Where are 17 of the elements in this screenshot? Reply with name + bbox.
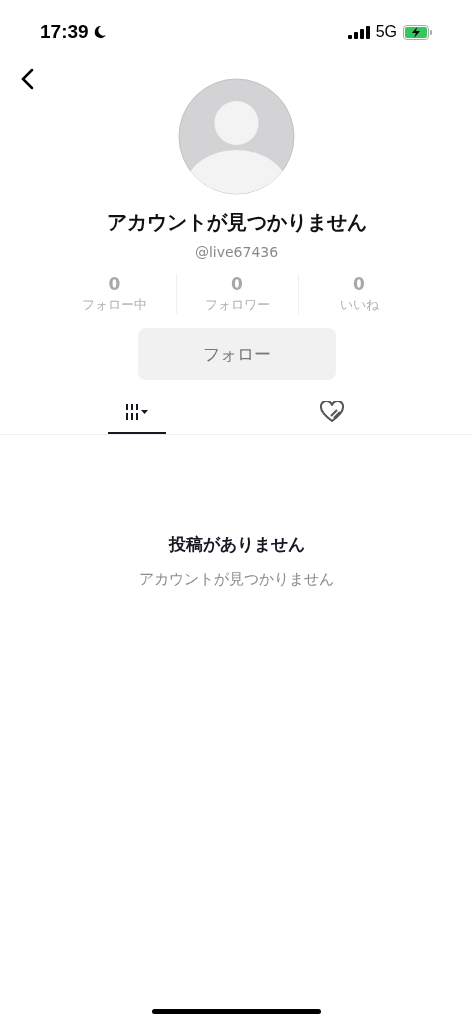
stat-label: いいね [339,296,379,314]
heart-hand-icon [318,401,345,423]
battery-icon [403,24,433,40]
stat-value: 0 [231,274,243,294]
empty-message: アカウントが見つかりません [139,570,334,589]
status-time: 17:39 [40,21,89,43]
profile-name: アカウントが見つかりません [106,209,367,236]
profile-handle: @live67436 [194,244,279,260]
empty-title: 投稿がありません [168,533,305,556]
moon-icon [92,25,107,39]
stat-value: 0 [108,274,121,294]
grid-dropdown-icon [125,403,150,421]
signal-icon [347,25,370,39]
stat-label: フォロワー [204,296,270,314]
stat-label: フォロー中 [82,296,147,314]
stat-value: 0 [353,274,365,294]
network-label: 5G [375,23,397,41]
